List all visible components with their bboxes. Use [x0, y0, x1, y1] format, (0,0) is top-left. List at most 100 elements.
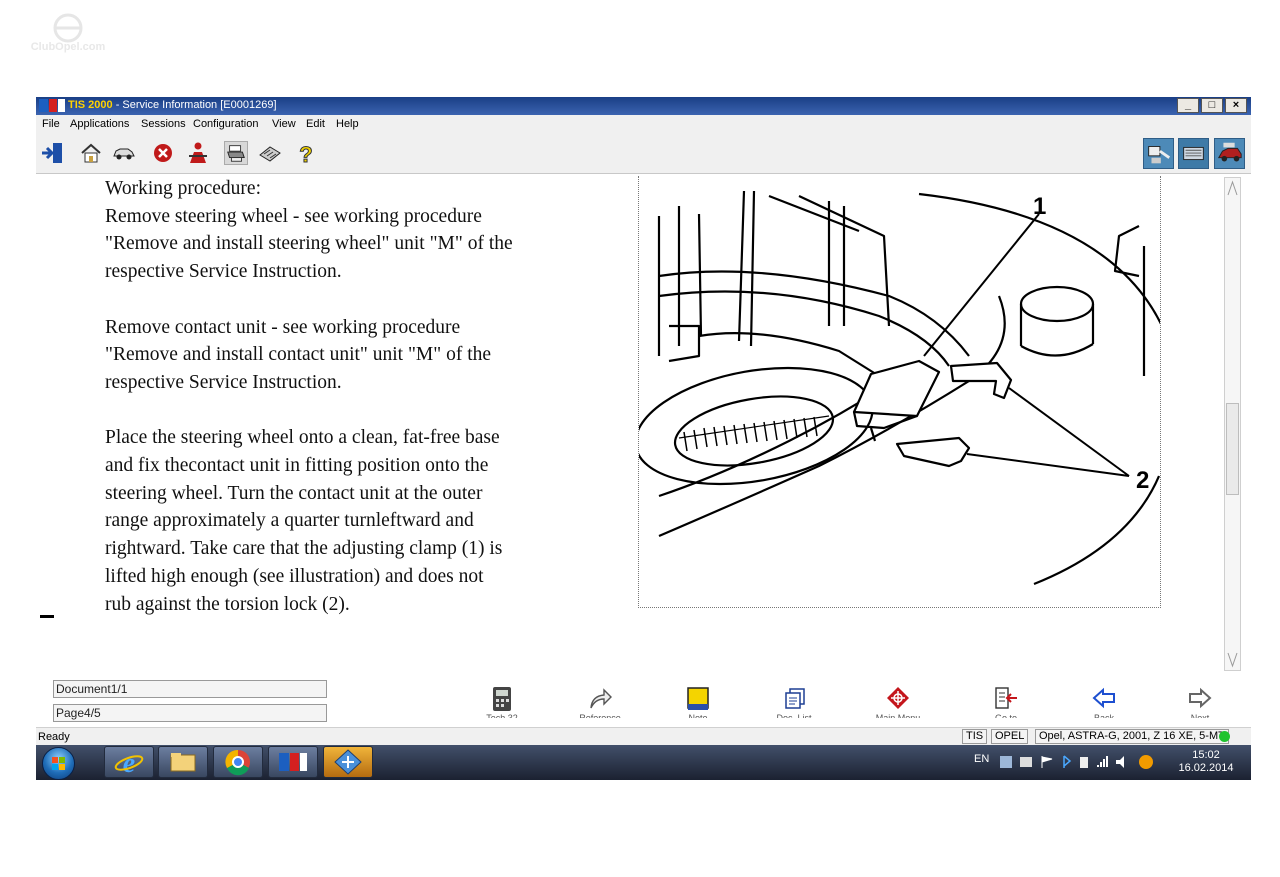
- service-info-icon[interactable]: [1214, 138, 1245, 169]
- close-button[interactable]: ×: [1225, 98, 1247, 113]
- taskbar-vm-app[interactable]: [323, 746, 373, 778]
- scroll-up-icon[interactable]: [1226, 179, 1239, 199]
- connection-status-indicator: [1219, 731, 1230, 742]
- status-ready: Ready: [38, 731, 70, 743]
- toolbar: ?: [36, 134, 1251, 174]
- vehicle-icon[interactable]: [112, 141, 136, 165]
- start-button[interactable]: [42, 747, 75, 780]
- network-icon: [1000, 756, 1012, 768]
- signal-icon: [1097, 756, 1108, 767]
- illustration-panel: 1 2: [638, 176, 1161, 608]
- device-icon: [1080, 757, 1088, 768]
- note-button[interactable]: Note: [658, 686, 738, 718]
- back-icon: [1092, 687, 1115, 709]
- taskbar-clock[interactable]: 15:02 16.02.2014: [1166, 749, 1246, 775]
- vertical-scrollbar[interactable]: [1224, 177, 1241, 671]
- doc-line: "Remove and install steering wheel" unit…: [105, 233, 513, 255]
- menu-configuration[interactable]: Configuration: [193, 118, 258, 130]
- goto-icon: [995, 687, 1017, 709]
- tech32-label: Tech 32: [486, 713, 518, 718]
- doc-line: Working procedure:: [105, 178, 261, 199]
- status-make: OPEL: [991, 729, 1029, 744]
- chrome-icon: [225, 749, 250, 776]
- tech32-icon: [493, 687, 511, 711]
- doc-line: Remove steering wheel - see working proc…: [105, 205, 482, 227]
- next-icon: [1189, 687, 1212, 709]
- tis-app-icon: [279, 753, 307, 771]
- doc-line: Place the steering wheel onto a clean, f…: [105, 427, 500, 449]
- file-explorer-icon: [170, 753, 196, 772]
- menu-file[interactable]: File: [42, 118, 60, 130]
- document-viewer: Working procedure: Remove steering wheel…: [36, 174, 1251, 768]
- menu-view[interactable]: View: [272, 118, 296, 130]
- exit-icon[interactable]: [40, 141, 64, 165]
- home-icon[interactable]: [79, 141, 103, 165]
- callout-2: 2: [1136, 467, 1149, 494]
- note-icon: [687, 687, 709, 710]
- main-menu-button[interactable]: Main Menu: [858, 686, 938, 718]
- back-button[interactable]: Back: [1064, 686, 1144, 718]
- minimize-button[interactable]: _: [1177, 98, 1199, 113]
- windows-taskbar: e EN 15:02 16.02.2014: [36, 745, 1251, 780]
- status-vehicle: Opel, ASTRA-G, 2001, Z 16 XE, 5-MT: [1035, 729, 1229, 744]
- doc-line: respective Service Instruction.: [105, 261, 342, 283]
- status-bar: Ready TIS OPEL Opel, ASTRA-G, 2001, Z 16…: [36, 727, 1251, 746]
- taskbar-internet-explorer[interactable]: e: [104, 746, 154, 779]
- doc-line: range approximately a quarter turnleftwa…: [105, 510, 474, 532]
- vehicle-selection-icon[interactable]: [1178, 138, 1209, 169]
- menu-edit[interactable]: Edit: [306, 118, 325, 130]
- doc-paragraph-gap: [105, 397, 635, 425]
- tis-logo-icon: [39, 99, 65, 112]
- bluetooth-icon: [1063, 755, 1072, 768]
- svg-text:?: ?: [299, 142, 312, 165]
- scroll-down-icon[interactable]: [1226, 649, 1239, 669]
- scrollbar-thumb[interactable]: [1226, 403, 1239, 495]
- maximize-button[interactable]: □: [1201, 98, 1223, 113]
- language-indicator[interactable]: EN: [974, 753, 989, 765]
- print-icon[interactable]: [224, 141, 248, 165]
- doc-list-icon: [785, 688, 805, 709]
- person-icon[interactable]: [186, 141, 210, 165]
- svg-text:e: e: [123, 748, 135, 777]
- status-mode: TIS: [962, 729, 988, 744]
- doc-line: respective Service Instruction.: [105, 371, 342, 393]
- menu-applications[interactable]: Applications: [70, 118, 129, 130]
- svg-text:ClubOpel.com: ClubOpel.com: [31, 41, 106, 53]
- main-menu-label: Main Menu: [875, 713, 921, 718]
- tray-icons: [1000, 755, 1153, 769]
- doc-paragraph-gap: [105, 286, 635, 314]
- document-counter: Document1/1: [53, 680, 327, 698]
- help-icon[interactable]: ?: [294, 141, 318, 166]
- doc-list-button[interactable]: Doc. List: [754, 686, 834, 718]
- doc-list-label: Doc. List: [776, 713, 812, 718]
- menu-bar: File Applications Sessions Configuration…: [36, 115, 1251, 134]
- taskbar-file-explorer[interactable]: [158, 746, 208, 778]
- doc-line: "Remove and install contact unit" unit "…: [105, 344, 492, 366]
- reference-button[interactable]: Reference: [560, 686, 640, 718]
- print-setup-icon[interactable]: [258, 141, 282, 165]
- doc-line: Remove contact unit - see working proced…: [105, 316, 461, 338]
- watermark-logo: ClubOpel.com: [31, 13, 106, 53]
- goto-button[interactable]: Go to: [966, 686, 1046, 718]
- tech32-button[interactable]: Tech 32: [462, 686, 542, 718]
- taskbar-tis-app[interactable]: [268, 746, 318, 778]
- back-label: Back: [1093, 713, 1114, 718]
- vm-app-icon: [334, 749, 362, 775]
- next-label: Next: [1190, 713, 1210, 718]
- doc-line: rightward. Take care that the adjusting …: [105, 538, 503, 560]
- stop-icon[interactable]: [151, 141, 175, 165]
- text-cursor-marker: [40, 615, 54, 618]
- application-window: TIS 2000 - Service Information [E0001269…: [36, 97, 1251, 780]
- menu-help[interactable]: Help: [336, 118, 359, 130]
- document-text: Working procedure: Remove steering wheel…: [105, 175, 635, 618]
- windows-logo-icon: [52, 757, 65, 770]
- next-button[interactable]: Next: [1160, 686, 1240, 718]
- steering-wheel-illustration: 1 2: [639, 190, 1160, 586]
- diagnostics-icon[interactable]: [1143, 138, 1174, 169]
- internet-explorer-icon: e: [114, 748, 144, 779]
- taskbar-chrome[interactable]: [213, 746, 263, 778]
- clock-date: 16.02.2014: [1178, 762, 1234, 774]
- update-icon: [1139, 755, 1153, 769]
- page-counter: Page4/5: [53, 704, 327, 722]
- menu-sessions[interactable]: Sessions: [141, 118, 186, 130]
